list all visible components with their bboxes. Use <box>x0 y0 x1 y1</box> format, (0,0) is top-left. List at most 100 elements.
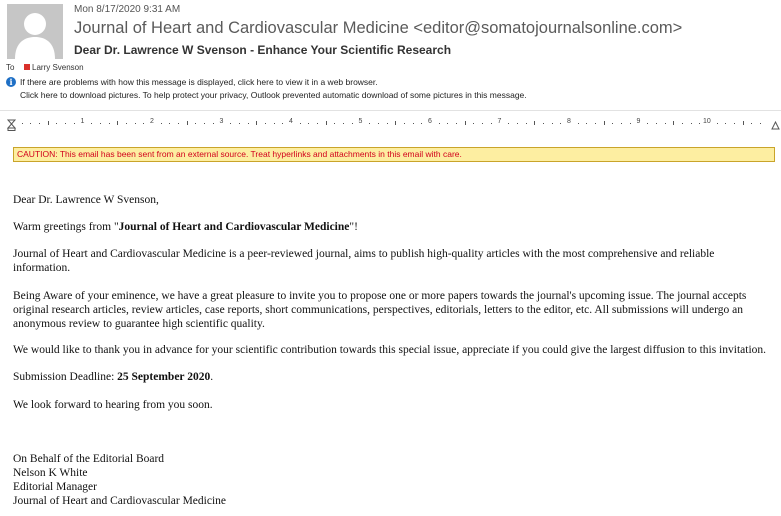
ruler-dot <box>195 123 197 124</box>
ruler-dot <box>473 123 475 124</box>
ruler-dot <box>30 123 32 124</box>
info-icon: i <box>6 77 16 87</box>
download-pictures-notice[interactable]: Click here to download pictures. To help… <box>20 90 527 100</box>
ruler-dot <box>725 123 727 124</box>
ruler-dot <box>621 123 623 124</box>
ruler-dot <box>317 123 319 124</box>
closing-line: We look forward to hearing from you soon… <box>13 399 213 411</box>
ruler-dot <box>39 123 41 124</box>
ruler-dot <box>647 123 649 124</box>
ruler-half-tick <box>534 121 536 125</box>
sender-avatar[interactable] <box>7 4 63 59</box>
ruler-dot <box>351 123 353 124</box>
sender-address[interactable]: Journal of Heart and Cardiovascular Medi… <box>74 19 682 38</box>
deadline-period: . <box>210 371 214 383</box>
ruler-dot <box>369 123 371 124</box>
right-indent-marker-icon[interactable] <box>771 121 780 130</box>
ruler-dot <box>438 123 440 124</box>
ruler-number: 9 <box>636 118 641 125</box>
ruler-dot <box>334 123 336 124</box>
ruler-half-tick <box>186 121 188 125</box>
ruler-dot <box>421 123 423 124</box>
ruler-dot <box>134 123 136 124</box>
ruler-dot <box>264 123 266 124</box>
ruler-dot <box>690 123 692 124</box>
ruler-dot <box>699 123 701 124</box>
ruler-dot <box>612 123 614 124</box>
ruler-dot <box>560 123 562 124</box>
ruler-dot <box>160 123 162 124</box>
ruler-dot <box>595 123 597 124</box>
ruler-dot <box>577 123 579 124</box>
ruler-dot <box>56 123 58 124</box>
ruler-dot <box>204 123 206 124</box>
ruler-number: 10 <box>703 118 711 125</box>
ruler-dot <box>21 123 23 124</box>
deadline-text: Submission Deadline: 25 September 2020. <box>13 370 773 384</box>
ruler-half-tick <box>395 121 397 125</box>
ruler-dot <box>273 123 275 124</box>
view-in-browser-notice[interactable]: If there are problems with how this mess… <box>20 77 378 87</box>
signature-line-1: On Behalf of the Editorial Board <box>13 453 165 465</box>
ruler-dot <box>716 123 718 124</box>
ruler-number: 8 <box>567 118 571 125</box>
signature-name: Nelson K White <box>13 467 88 479</box>
greeting-text: Dear Dr. Lawrence W Svenson, <box>13 194 159 206</box>
ruler-dot <box>403 123 405 124</box>
ruler-half-tick <box>117 121 119 125</box>
ruler-half-tick <box>603 121 605 125</box>
ruler-dot <box>456 123 458 124</box>
ruler-dot <box>125 123 127 124</box>
invitation-paragraph: Being Aware of your eminence, we have a … <box>13 290 747 330</box>
ruler-dot <box>299 123 301 124</box>
warm-prefix: Warm greetings from " <box>13 221 119 233</box>
ruler-dot <box>169 123 171 124</box>
ruler-dot <box>212 123 214 124</box>
ruler-dot <box>751 123 753 124</box>
ruler-dot <box>629 123 631 124</box>
person-icon <box>7 4 63 59</box>
ruler-dot <box>343 123 345 124</box>
ruler-number: 3 <box>219 118 224 125</box>
header-divider <box>0 110 781 111</box>
ruler-dot <box>65 123 67 124</box>
ruler-dot <box>655 123 657 124</box>
ruler-dot <box>508 123 510 124</box>
ruler-dot <box>447 123 449 124</box>
recipient-status-icon <box>24 64 30 70</box>
ruler-half-tick <box>256 121 258 125</box>
deadline-label: Submission Deadline: <box>13 371 118 383</box>
ruler-half-tick <box>47 121 49 125</box>
ruler-half-tick <box>673 121 675 125</box>
ruler-dot <box>377 123 379 124</box>
ruler-dot <box>247 123 249 124</box>
ruler-half-tick <box>742 121 744 125</box>
deadline-date: 25 September 2020 <box>117 371 211 383</box>
ruler-dot <box>386 123 388 124</box>
ruler-dot <box>91 123 93 124</box>
ruler-dot <box>664 123 666 124</box>
ruler-dot <box>516 123 518 124</box>
ruler-number: 2 <box>150 118 154 125</box>
ruler-dot <box>73 123 75 124</box>
ruler-dot <box>143 123 145 124</box>
thanks-paragraph: We would like to thank you in advance fo… <box>13 344 767 356</box>
ruler-dot <box>586 123 588 124</box>
signature-title: Editorial Manager <box>13 481 97 493</box>
ruler-dot <box>490 123 492 124</box>
ruler-number: 6 <box>428 118 432 125</box>
email-subject: Dear Dr. Lawrence W Svenson - Enhance Yo… <box>74 43 452 57</box>
ruler-dot <box>551 123 553 124</box>
ruler-dot <box>734 123 736 124</box>
ruler-dot <box>230 123 232 124</box>
ruler-dot <box>99 123 101 124</box>
signature-journal: Journal of Heart and Cardiovascular Medi… <box>13 495 226 507</box>
ruler-number: 5 <box>358 118 363 125</box>
ruler-number: 4 <box>289 118 293 125</box>
recipient-name[interactable]: Larry Svenson <box>32 63 84 72</box>
ruler-dot <box>178 123 180 124</box>
ruler-number: 7 <box>497 118 502 125</box>
ruler-dot <box>681 123 683 124</box>
ruler-dot <box>282 123 284 124</box>
journal-name-bold: Journal of Heart and Cardiovascular Medi… <box>118 221 350 233</box>
